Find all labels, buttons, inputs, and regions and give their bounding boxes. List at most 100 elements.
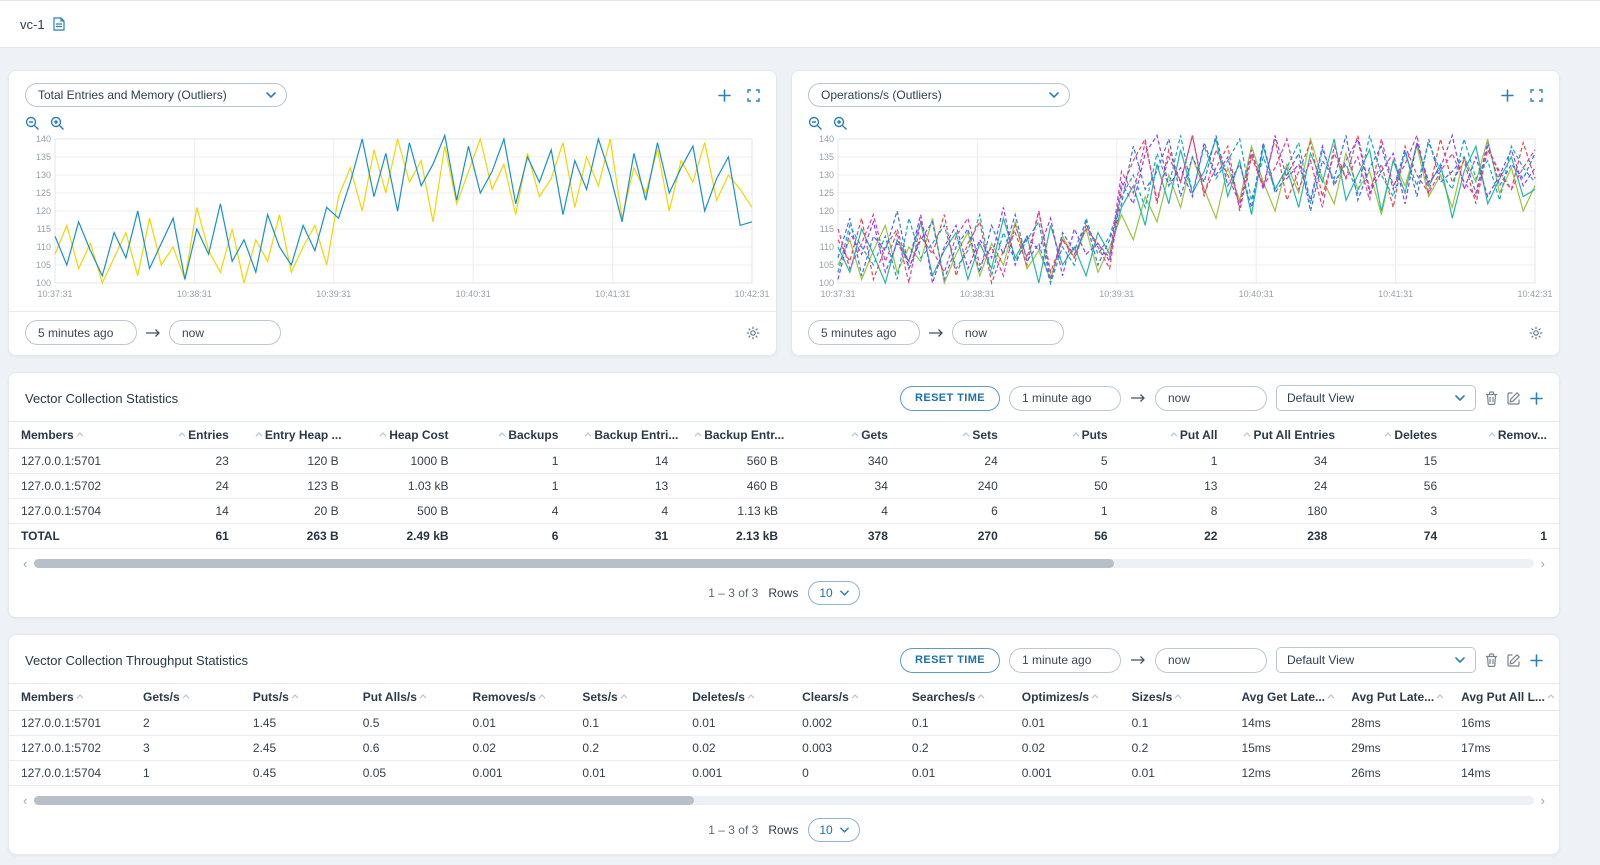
add-chart-icon[interactable] xyxy=(1501,89,1514,102)
scrollbar-track[interactable] xyxy=(34,796,1533,805)
add-view-icon[interactable] xyxy=(1530,392,1543,405)
sort-caret-icon xyxy=(694,432,702,437)
column-header[interactable]: Clears/s xyxy=(790,684,900,711)
value-cell: 1.13 kB xyxy=(680,499,790,524)
add-view-icon[interactable] xyxy=(1530,654,1543,667)
fullscreen-icon[interactable] xyxy=(747,89,760,102)
scroll-right-icon[interactable]: › xyxy=(1539,794,1547,807)
time-to-input[interactable] xyxy=(169,320,281,345)
value-cell: 4 xyxy=(461,499,571,524)
arrow-right-icon xyxy=(1130,393,1146,403)
column-header[interactable]: Heap Cost xyxy=(351,422,461,449)
column-header[interactable]: Put All Entries xyxy=(1229,422,1339,449)
operations-chart-panel: Operations/s (Outliers) 1001051101151201… xyxy=(791,70,1560,356)
table-row[interactable]: 127.0.0.1:570121.450.50.010.10.010.0020.… xyxy=(9,711,1559,736)
chevron-down-icon xyxy=(1455,657,1465,663)
column-header[interactable]: Searches/s xyxy=(900,684,1010,711)
scrollbar-thumb[interactable] xyxy=(34,559,1114,568)
member-cell: 127.0.0.1:5702 xyxy=(9,736,131,761)
scroll-right-icon[interactable]: › xyxy=(1539,557,1547,570)
value-cell: 3 xyxy=(131,736,241,761)
reset-time-button[interactable]: RESET TIME xyxy=(900,386,1000,411)
table-row[interactable]: 127.0.0.1:570410.450.050.0010.010.00100.… xyxy=(9,761,1559,786)
column-header[interactable]: Deletes xyxy=(1339,422,1449,449)
column-header[interactable]: Members xyxy=(9,422,131,449)
delete-view-icon[interactable] xyxy=(1485,653,1498,667)
chart-time-footer xyxy=(9,311,776,355)
scrollbar-thumb[interactable] xyxy=(34,796,694,805)
entries-line-chart[interactable]: 10010511011512012513013514010:37:3110:38… xyxy=(25,133,760,305)
time-from-input[interactable] xyxy=(1009,648,1121,673)
column-header[interactable]: Backup Entri... xyxy=(570,422,680,449)
column-header[interactable]: Backup Entr... xyxy=(680,422,790,449)
edit-view-icon[interactable] xyxy=(1507,391,1521,405)
column-header[interactable]: Avg Get Late... xyxy=(1229,684,1339,711)
fullscreen-icon[interactable] xyxy=(1530,89,1543,102)
column-header[interactable]: Remov... xyxy=(1449,422,1559,449)
column-header[interactable]: Sets/s xyxy=(570,684,680,711)
table-row[interactable]: 127.0.0.1:570224123 B1.03 kB113460 B3424… xyxy=(9,474,1559,499)
document-icon[interactable] xyxy=(53,17,65,31)
value-cell: 1.45 xyxy=(241,711,351,736)
column-header[interactable]: Puts xyxy=(1010,422,1120,449)
view-select[interactable]: Default View xyxy=(1276,647,1476,673)
operations-line-chart[interactable]: 10010511011512012513013514010:37:3110:38… xyxy=(808,133,1543,305)
page-size-select[interactable]: 10 xyxy=(808,818,859,842)
svg-text:130: 130 xyxy=(36,170,51,180)
view-select[interactable]: Default View xyxy=(1276,385,1476,411)
value-cell: 24 xyxy=(900,449,1010,474)
scroll-left-icon[interactable]: ‹ xyxy=(21,557,29,570)
time-from-input[interactable] xyxy=(1009,386,1121,411)
value-cell: 15ms xyxy=(1229,736,1339,761)
zoom-in-icon[interactable] xyxy=(50,116,65,131)
column-header[interactable]: Puts/s xyxy=(241,684,351,711)
settings-gear-icon[interactable] xyxy=(746,326,760,340)
svg-text:130: 130 xyxy=(819,170,834,180)
column-header[interactable]: Sizes/s xyxy=(1120,684,1230,711)
table-row[interactable]: 127.0.0.1:570123120 B1000 B114560 B34024… xyxy=(9,449,1559,474)
add-chart-icon[interactable] xyxy=(718,89,731,102)
time-to-input[interactable] xyxy=(1155,386,1267,411)
time-to-input[interactable] xyxy=(952,320,1064,345)
settings-gear-icon[interactable] xyxy=(1529,326,1543,340)
edit-view-icon[interactable] xyxy=(1507,653,1521,667)
column-header[interactable]: Entries xyxy=(131,422,241,449)
value-cell: 120 B xyxy=(241,449,351,474)
metric-select[interactable]: Operations/s (Outliers) xyxy=(808,83,1070,107)
chevron-down-icon xyxy=(266,92,276,98)
column-header[interactable]: Sets xyxy=(900,422,1010,449)
column-header[interactable]: Avg Put All L... xyxy=(1449,684,1559,711)
column-header[interactable]: Members xyxy=(9,684,131,711)
value-cell: 0.003 xyxy=(790,736,900,761)
scrollbar-track[interactable] xyxy=(34,559,1533,568)
time-from-input[interactable] xyxy=(25,320,137,345)
reset-time-button[interactable]: RESET TIME xyxy=(900,648,1000,673)
column-header[interactable]: Gets/s xyxy=(131,684,241,711)
time-from-input[interactable] xyxy=(808,320,920,345)
delete-view-icon[interactable] xyxy=(1485,391,1498,405)
time-to-input[interactable] xyxy=(1155,648,1267,673)
column-header[interactable]: Entry Heap ... xyxy=(241,422,351,449)
column-header[interactable]: Gets xyxy=(790,422,900,449)
table-row[interactable]: 127.0.0.1:57041420 B500 B441.13 kB461818… xyxy=(9,499,1559,524)
sort-caret-icon xyxy=(1170,432,1178,437)
zoom-in-icon[interactable] xyxy=(833,116,848,131)
table-row[interactable]: 127.0.0.1:570232.450.60.020.20.020.0030.… xyxy=(9,736,1559,761)
scroll-left-icon[interactable]: ‹ xyxy=(21,794,29,807)
zoom-out-icon[interactable] xyxy=(808,116,823,131)
value-cell: 12ms xyxy=(1229,761,1339,786)
svg-text:120: 120 xyxy=(819,206,834,216)
member-cell: 127.0.0.1:5702 xyxy=(9,474,131,499)
value-cell: 5 xyxy=(1010,449,1120,474)
column-header[interactable]: Avg Put Late... xyxy=(1339,684,1449,711)
column-header[interactable]: Deletes/s xyxy=(680,684,790,711)
column-header[interactable]: Put All xyxy=(1120,422,1230,449)
metric-select[interactable]: Total Entries and Memory (Outliers) xyxy=(25,83,287,107)
page-size-select[interactable]: 10 xyxy=(808,581,859,605)
column-header[interactable]: Removes/s xyxy=(461,684,571,711)
column-header[interactable]: Backups xyxy=(461,422,571,449)
column-header[interactable]: Optimizes/s xyxy=(1010,684,1120,711)
chevron-down-icon xyxy=(1049,92,1059,98)
zoom-out-icon[interactable] xyxy=(25,116,40,131)
column-header[interactable]: Put Alls/s xyxy=(351,684,461,711)
